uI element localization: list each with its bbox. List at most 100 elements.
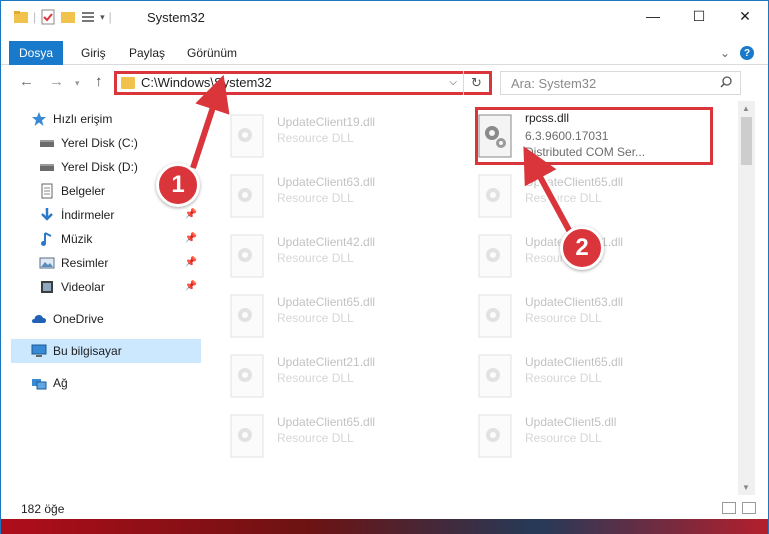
dll-file-icon: [229, 353, 267, 399]
navigation-bar: ← → ▾ ↑ C:\Windows\System32 ⌵ ↻ Ara: Sys…: [1, 67, 768, 99]
file-tile[interactable]: UpdateClient19.dll Resource DLL: [207, 107, 437, 163]
file-tile[interactable]: UpdateClient21.dll Resource DLL: [207, 347, 437, 403]
file-tile[interactable]: UpdateClient65.dll Resource DLL: [207, 287, 437, 343]
quick-access-toolbar: | ▾ |: [13, 9, 112, 25]
ribbon-tabs: Dosya Giriş Paylaş Görünüm ⌄ ?: [1, 41, 768, 65]
pin-icon[interactable]: 📌: [185, 209, 197, 220]
computer-icon: [31, 343, 47, 359]
forward-button[interactable]: →: [49, 73, 64, 90]
sidebar-item-music[interactable]: Müzik 📌: [39, 227, 201, 251]
help-icon[interactable]: ?: [740, 46, 754, 60]
search-box[interactable]: Ara: System32: [500, 71, 741, 95]
file-name: UpdateClient5.dll: [525, 415, 617, 429]
pin-icon[interactable]: 📌: [185, 281, 197, 292]
dll-file-icon: [477, 233, 515, 279]
address-path[interactable]: C:\Windows\System32: [141, 75, 272, 90]
tab-share[interactable]: Paylaş: [129, 41, 165, 65]
file-description: Resource DLL: [525, 431, 602, 445]
folder-icon[interactable]: [13, 9, 29, 25]
file-name: UpdateClient65.dll: [525, 175, 624, 189]
dll-file-icon: [229, 113, 267, 159]
recent-locations-button[interactable]: ▾: [75, 78, 80, 89]
address-dropdown-icon[interactable]: ⌵: [449, 77, 457, 88]
up-button[interactable]: ↑: [95, 73, 103, 90]
sidebar-item-this-pc[interactable]: Bu bilgisayar: [11, 339, 201, 363]
videos-icon: [39, 279, 55, 295]
toolbar-dropdown-icon[interactable]: ▾: [100, 12, 105, 23]
minimize-button[interactable]: —: [630, 1, 676, 31]
dll-file-icon: [229, 413, 267, 459]
back-button[interactable]: ←: [19, 73, 34, 90]
file-tile[interactable]: UpdateClient5.dll Resource DLL: [455, 407, 685, 463]
annotation-marker-2: 2: [560, 226, 604, 270]
file-tile[interactable]: UpdateClient63.dll Resource DLL: [207, 167, 437, 223]
file-description: Resource DLL: [525, 191, 602, 205]
sidebar-item-label: İndirmeler: [61, 208, 115, 222]
sidebar-item-label: Belgeler: [61, 184, 106, 198]
file-description: Resource DLL: [277, 371, 354, 385]
maximize-button[interactable]: ☐: [676, 1, 722, 31]
sidebar-item-disk-c[interactable]: Yerel Disk (C:): [39, 131, 201, 155]
window-title: System32: [147, 10, 205, 25]
scroll-down-arrow-icon[interactable]: ▼: [742, 483, 750, 492]
file-name: UpdateClient42.dll: [277, 235, 376, 249]
tab-home[interactable]: Giriş: [81, 41, 106, 65]
search-icon[interactable]: [720, 76, 732, 88]
file-tile[interactable]: UpdateClient65.dll Resource DLL: [455, 167, 685, 223]
sidebar-item-label: Hızlı erişim: [53, 112, 113, 126]
file-name: UpdateClient65.dll: [277, 295, 376, 309]
details-view-icon[interactable]: [722, 502, 736, 514]
scroll-up-arrow-icon[interactable]: ▲: [742, 104, 750, 113]
sidebar-item-network[interactable]: Ağ: [31, 371, 201, 395]
file-tile[interactable]: UpdateClient42.dll Resource DLL: [207, 227, 437, 283]
documents-icon: [39, 183, 55, 199]
large-icons-view-icon[interactable]: [742, 502, 756, 514]
drive-icon: [39, 159, 55, 175]
sidebar-item-label: Resimler: [61, 256, 109, 270]
dll-file-icon: [229, 293, 267, 339]
view-toggles: [722, 502, 756, 514]
sidebar-item-label: Müzik: [61, 232, 93, 246]
dll-file-icon: [229, 233, 267, 279]
sidebar-item-onedrive[interactable]: OneDrive: [31, 307, 201, 331]
properties-icon[interactable]: [40, 9, 56, 25]
customize-toolbar-icon[interactable]: [80, 9, 96, 25]
sidebar-item-quick-access[interactable]: Hızlı erişim: [31, 107, 201, 131]
dll-file-icon: [477, 353, 515, 399]
sidebar-item-label: Yerel Disk (C:): [61, 136, 138, 150]
toolbar-separator: |: [33, 10, 37, 24]
cloud-icon: [31, 311, 47, 327]
pin-icon[interactable]: 📌: [185, 257, 197, 268]
file-tile[interactable]: UpdateClient63.dll Resource DLL: [455, 287, 685, 343]
tab-view[interactable]: Görünüm: [187, 41, 237, 65]
file-description: Resource DLL: [277, 431, 354, 445]
toolbar-separator: |: [108, 10, 112, 24]
file-tile[interactable]: UpdateClient65.dll Resource DLL: [207, 407, 437, 463]
vertical-scrollbar[interactable]: ▲ ▼: [738, 101, 755, 495]
dll-file-icon: [477, 293, 515, 339]
file-tile[interactable]: UpdateClient65.dll Resource DLL: [455, 347, 685, 403]
desktop-background-strip: [1, 519, 768, 534]
network-icon: [31, 375, 47, 391]
tab-file[interactable]: Dosya: [9, 41, 63, 65]
downloads-icon: [39, 207, 55, 223]
file-name: UpdateClient63.dll: [277, 175, 376, 189]
close-button[interactable]: ✕: [722, 1, 768, 31]
sidebar-item-pictures[interactable]: Resimler 📌: [39, 251, 201, 275]
address-bar[interactable]: C:\Windows\System32 ⌵ ↻: [114, 71, 492, 95]
sidebar-item-label: OneDrive: [53, 312, 104, 326]
file-name: UpdateClient65.dll: [525, 355, 624, 369]
dll-file-icon: [477, 413, 515, 459]
new-folder-icon[interactable]: [60, 9, 76, 25]
rpcss-highlight-box: [475, 107, 713, 165]
file-description: Resource DLL: [277, 191, 354, 205]
search-placeholder[interactable]: Ara: System32: [511, 76, 596, 91]
explorer-window: | ▾ | System32 — ☐ ✕ Dosya Giriş Paylaş …: [0, 0, 769, 534]
sidebar-item-videos[interactable]: Videolar 📌: [39, 275, 201, 299]
file-description: Resource DLL: [525, 311, 602, 325]
expand-ribbon-icon[interactable]: ⌄: [720, 46, 730, 60]
scrollbar-thumb[interactable]: [741, 117, 752, 165]
annotation-marker-1: 1: [156, 163, 200, 207]
refresh-button[interactable]: ↻: [463, 71, 489, 95]
pin-icon[interactable]: 📌: [185, 233, 197, 244]
